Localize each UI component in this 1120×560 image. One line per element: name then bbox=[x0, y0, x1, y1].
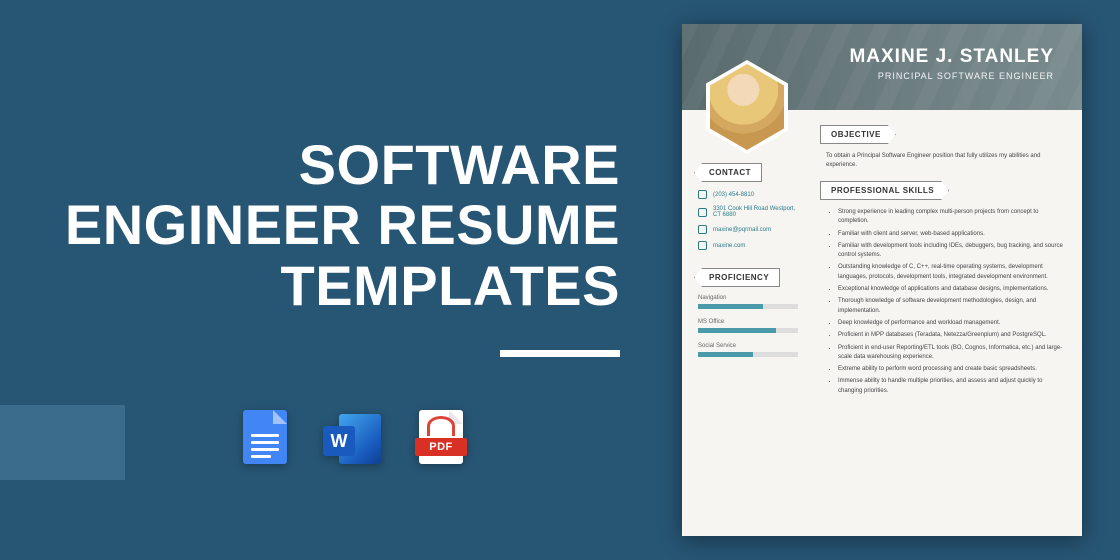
proficiency-label: Navigation bbox=[698, 295, 802, 301]
skill-item: Strong experience in leading complex mul… bbox=[838, 208, 1066, 227]
accent-bar bbox=[0, 405, 125, 480]
objective-text: To obtain a Principal Software Engineer … bbox=[820, 152, 1070, 180]
skill-item: Exceptional knowledge of applications an… bbox=[838, 285, 1066, 294]
contact-list: (203) 454-8810 3301 Cook Hill Road Westpo… bbox=[694, 190, 802, 250]
skill-item: Immense ability to handle multiple prior… bbox=[838, 377, 1066, 396]
contact-value: maxine@pqrmail.com bbox=[713, 227, 771, 233]
pdf-icon: PDF bbox=[411, 410, 471, 470]
headline-line-1: SOFTWARE bbox=[65, 135, 620, 195]
headline-line-2: ENGINEER RESUME bbox=[65, 195, 620, 255]
banner-left: SOFTWARE ENGINEER RESUME TEMPLATES W PDF bbox=[0, 0, 660, 560]
proficiency-list: Navigation MS Office Social Service bbox=[694, 295, 802, 357]
contact-row: maxine.com bbox=[694, 241, 802, 250]
skills-heading: PROFESSIONAL SKILLS bbox=[820, 181, 949, 200]
skill-item: Proficient in MPP databases (Teradata, N… bbox=[838, 331, 1066, 340]
proficiency-label: MS Office bbox=[698, 319, 802, 325]
skill-item: Deep knowledge of performance and worklo… bbox=[838, 319, 1066, 328]
contact-value: maxine.com bbox=[713, 243, 745, 249]
skill-item: Outstanding knowledge of C, C++, real-ti… bbox=[838, 263, 1066, 282]
contact-value: 3301 Cook Hill Road Westport, CT 6880 bbox=[713, 206, 802, 218]
proficiency-bar bbox=[698, 328, 798, 333]
skills-list: Strong experience in leading complex mul… bbox=[820, 208, 1070, 396]
pdf-label: PDF bbox=[415, 438, 467, 456]
headline: SOFTWARE ENGINEER RESUME TEMPLATES bbox=[65, 135, 620, 316]
proficiency-bar bbox=[698, 304, 798, 309]
ms-word-icon: W bbox=[323, 410, 383, 470]
resume-preview: MAXINE J. STANLEY PRINCIPAL SOFTWARE ENG… bbox=[682, 24, 1082, 536]
word-letter: W bbox=[323, 426, 355, 456]
proficiency-label: Social Service bbox=[698, 343, 802, 349]
skill-item: Familiar with client and server, web-bas… bbox=[838, 230, 1066, 239]
skill-item: Familiar with development tools includin… bbox=[838, 242, 1066, 261]
skill-item: Proficient in end-user Reporting/ETL too… bbox=[838, 344, 1066, 363]
contact-icon bbox=[698, 190, 707, 199]
proficiency-bar bbox=[698, 352, 798, 357]
headline-underline bbox=[500, 350, 620, 357]
proficiency-heading: PROFICIENCY bbox=[694, 268, 780, 287]
skill-item: Thorough knowledge of software developme… bbox=[838, 297, 1066, 316]
contact-icon bbox=[698, 241, 707, 250]
resume-name: MAXINE J. STANLEY bbox=[682, 46, 1054, 68]
objective-heading: OBJECTIVE bbox=[820, 125, 896, 144]
contact-icon bbox=[698, 225, 707, 234]
resume-photo bbox=[710, 64, 784, 150]
headline-line-3: TEMPLATES bbox=[65, 256, 620, 316]
proficiency-row: Social Service bbox=[694, 343, 802, 357]
contact-row: maxine@pqrmail.com bbox=[694, 225, 802, 234]
proficiency-row: Navigation bbox=[694, 295, 802, 309]
resume-body: CONTACT (203) 454-8810 3301 Cook Hill Roa… bbox=[682, 110, 1082, 536]
resume-right-column: OBJECTIVE To obtain a Principal Software… bbox=[812, 110, 1070, 399]
contact-heading: CONTACT bbox=[694, 163, 762, 182]
proficiency-row: MS Office bbox=[694, 319, 802, 333]
contact-value: (203) 454-8810 bbox=[713, 192, 754, 198]
skill-item: Extreme ability to perform word processi… bbox=[838, 365, 1066, 374]
google-docs-icon bbox=[235, 410, 295, 470]
format-icons: W PDF bbox=[235, 410, 471, 470]
contact-row: 3301 Cook Hill Road Westport, CT 6880 bbox=[694, 206, 802, 218]
contact-icon bbox=[698, 208, 707, 217]
contact-row: (203) 454-8810 bbox=[694, 190, 802, 199]
